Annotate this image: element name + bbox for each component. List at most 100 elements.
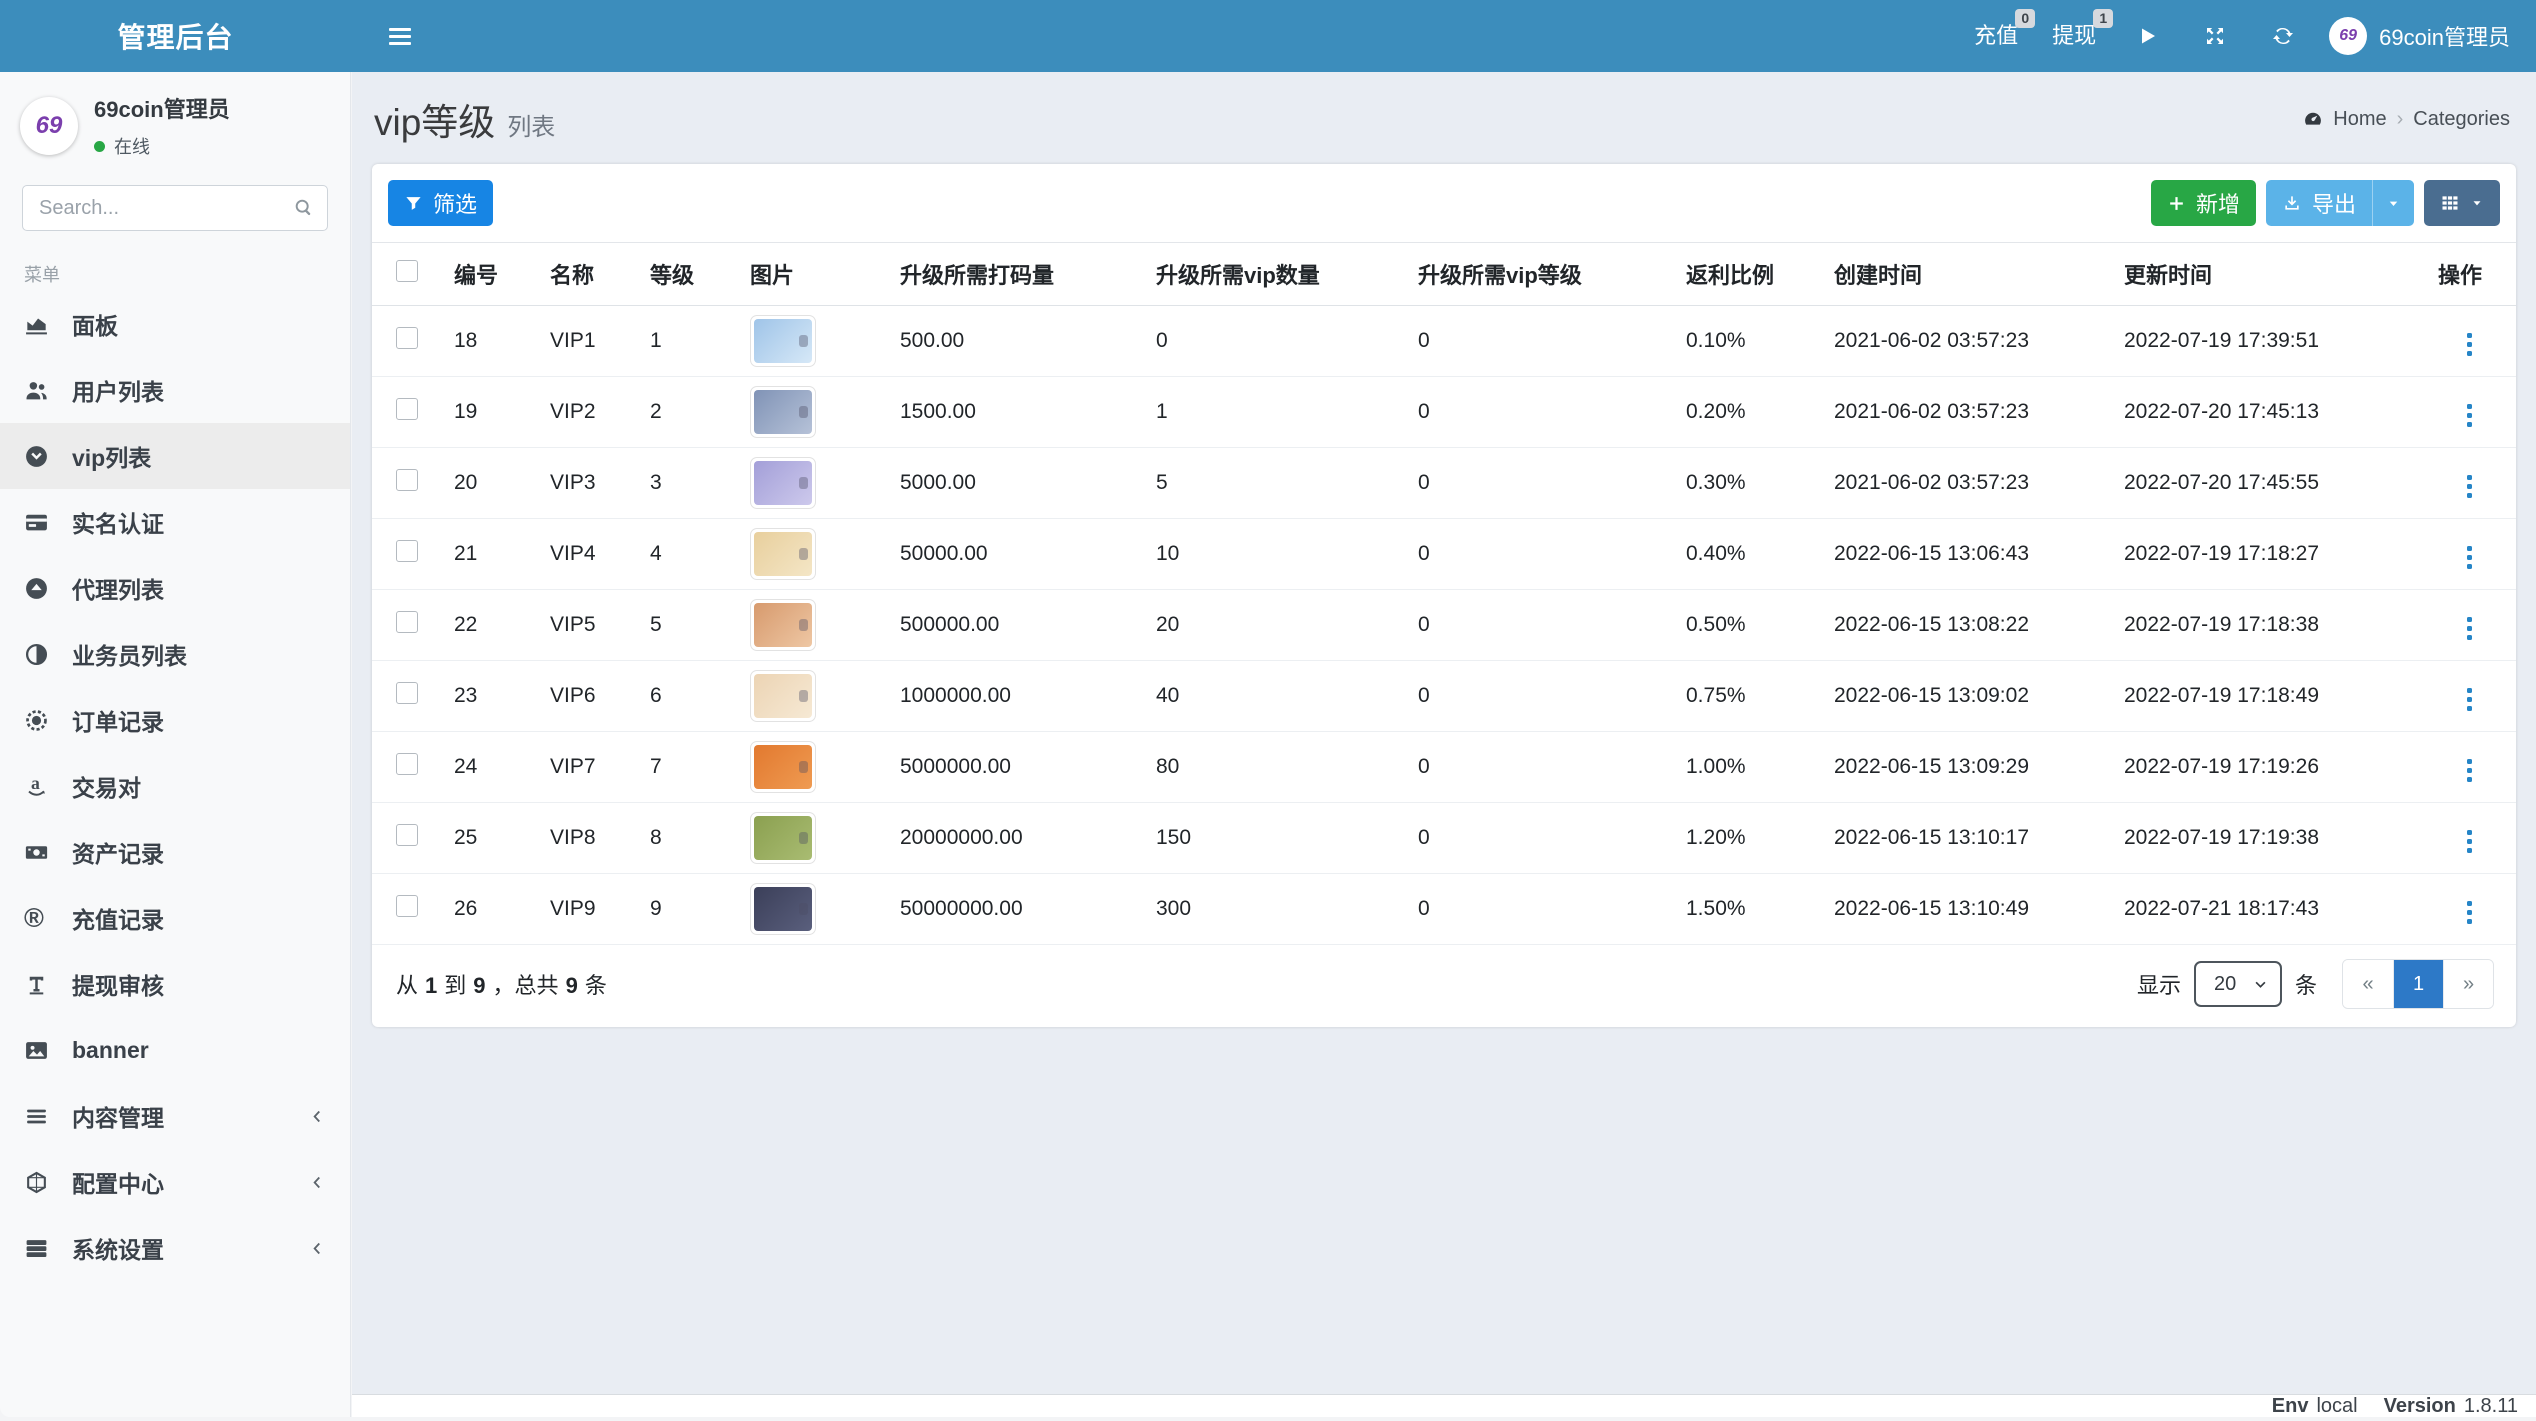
cell-bet-amount: 500000.00 — [888, 589, 1144, 661]
vip-image-thumbnail[interactable] — [750, 812, 816, 864]
nav-withdraw-link[interactable]: 提现 1 — [2035, 0, 2114, 72]
cell-vip-count: 0 — [1144, 305, 1406, 377]
row-checkbox[interactable] — [396, 682, 418, 704]
sidebar-item-banner[interactable]: banner — [0, 1017, 350, 1083]
columns-button[interactable] — [2424, 180, 2500, 226]
vip-image-thumbnail[interactable] — [750, 315, 816, 367]
vip-image-thumbnail[interactable] — [750, 883, 816, 935]
row-actions-button[interactable] — [2457, 327, 2482, 362]
sidebar-item-assets[interactable]: 资产记录 — [0, 819, 350, 885]
table-row: 24 VIP7 7 5000000.00 80 0 1.00% 2022-06-15 13:0… — [372, 731, 2516, 803]
row-checkbox[interactable] — [396, 327, 418, 349]
next-page-button[interactable]: » — [2443, 960, 2493, 1008]
sidebar-item-kyc[interactable]: 实名认证 — [0, 489, 350, 555]
row-actions-button[interactable] — [2457, 824, 2482, 859]
page-size-select[interactable]: 20 — [2193, 961, 2282, 1007]
vip-image-thumbnail[interactable] — [750, 386, 816, 438]
row-actions-button[interactable] — [2457, 753, 2482, 788]
add-button[interactable]: 新增 — [2150, 180, 2256, 226]
cell-image — [738, 802, 888, 874]
column-header-image: 图片 — [738, 243, 888, 306]
cell-image — [738, 518, 888, 590]
vip-image-thumbnail[interactable] — [750, 457, 816, 509]
vip-image-thumbnail[interactable] — [750, 528, 816, 580]
cell-name: VIP3 — [538, 447, 638, 519]
vip-image-thumbnail[interactable] — [750, 741, 816, 793]
sidebar-item-system[interactable]: 系统设置 — [0, 1215, 350, 1281]
card-toolbar: 筛选 新增 导出 — [372, 164, 2516, 243]
vip-image-thumbnail[interactable] — [750, 599, 816, 651]
sidebar-item-label: 交易对 — [72, 775, 141, 801]
sidebar-item-users[interactable]: 用户列表 — [0, 357, 350, 423]
row-actions-button[interactable] — [2457, 540, 2482, 575]
row-checkbox[interactable] — [396, 469, 418, 491]
cell-vip-level: 0 — [1406, 518, 1674, 590]
sidebar-item-vip[interactable]: vip列表 — [0, 423, 350, 489]
row-checkbox[interactable] — [396, 895, 418, 917]
sidebar-item-recharge[interactable]: ® 充值记录 — [0, 885, 350, 951]
select-all-checkbox[interactable] — [396, 260, 418, 282]
ellipsis-dot — [2467, 830, 2472, 835]
cell-updated-at: 2022-07-19 17:19:26 — [2112, 731, 2412, 803]
ellipsis-dot — [2467, 475, 2472, 480]
row-actions-button[interactable] — [2457, 682, 2482, 717]
row-checkbox[interactable] — [396, 611, 418, 633]
cell-image — [738, 873, 888, 945]
sidebar-item-label: 面板 — [72, 313, 118, 339]
cell-id: 24 — [442, 731, 538, 803]
thumbnail-glyph — [799, 477, 808, 489]
page-1-button[interactable]: 1 — [2393, 960, 2443, 1008]
row-actions-button[interactable] — [2457, 611, 2482, 646]
cell-rebate: 0.75% — [1674, 660, 1822, 732]
refresh-button[interactable] — [2249, 0, 2317, 72]
pager: « 1 » — [2342, 959, 2494, 1009]
row-checkbox[interactable] — [396, 753, 418, 775]
sidebar-item-agents[interactable]: 代理列表 — [0, 555, 350, 621]
cell-image — [738, 589, 888, 661]
env-value: local — [2316, 1394, 2358, 1417]
row-checkbox[interactable] — [396, 540, 418, 562]
nav-recharge-link[interactable]: 充值 0 — [1957, 0, 2036, 72]
search-input[interactable] — [22, 185, 328, 231]
sidebar-item-config[interactable]: 配置中心 — [0, 1149, 350, 1215]
sidebar-item-label: vip列表 — [72, 445, 152, 471]
sidebar-item-dashboard[interactable]: 面板 — [0, 291, 350, 357]
registered-icon: ® — [24, 902, 44, 933]
row-actions-button[interactable] — [2457, 398, 2482, 433]
brand-title[interactable]: 管理后台 — [0, 16, 351, 56]
navbar-user-menu[interactable]: 69 69coin管理员 — [2329, 17, 2510, 55]
play-button[interactable] — [2113, 0, 2181, 72]
row-checkbox[interactable] — [396, 398, 418, 420]
sidebar-item-salesmen[interactable]: 业务员列表 — [0, 621, 350, 687]
export-button[interactable]: 导出 — [2265, 180, 2372, 226]
filter-button[interactable]: 筛选 — [388, 180, 494, 226]
column-header-actions: 操作 — [2412, 243, 2516, 306]
sidebar-item-pairs[interactable]: a 交易对 — [0, 753, 350, 819]
sidebar-item-content[interactable]: 内容管理 — [0, 1083, 350, 1149]
vip-image-thumbnail[interactable] — [750, 670, 816, 722]
column-header-rebate: 返利比例 — [1674, 243, 1822, 306]
caret-down-icon — [2389, 201, 2398, 206]
pagination-controls: 显示 20 条 « 1 » — [2137, 959, 2494, 1009]
sidebar-item-orders[interactable]: 订单记录 — [0, 687, 350, 753]
fullscreen-button[interactable] — [2181, 0, 2249, 72]
cell-actions — [2412, 589, 2516, 661]
export-dropdown-toggle[interactable] — [2372, 180, 2414, 226]
amazon-icon: a — [24, 774, 54, 799]
row-checkbox[interactable] — [396, 824, 418, 846]
cell-name: VIP8 — [538, 802, 638, 874]
row-select-cell — [372, 589, 442, 661]
row-actions-button[interactable] — [2457, 469, 2482, 504]
caret-down-icon — [2473, 201, 2481, 206]
prev-page-button[interactable]: « — [2343, 960, 2393, 1008]
cell-bet-amount: 50000.00 — [888, 518, 1144, 590]
cell-image — [738, 447, 888, 519]
search-icon — [293, 197, 314, 218]
cell-id: 23 — [442, 660, 538, 732]
sidebar-item-label: 资产记录 — [72, 841, 164, 867]
breadcrumb-home-link[interactable]: Home — [2333, 108, 2386, 131]
user-avatar: 69 — [2329, 17, 2368, 55]
row-actions-button[interactable] — [2457, 895, 2482, 930]
sidebar-item-withdraw-audit[interactable]: 提现审核 — [0, 951, 350, 1017]
sidebar-toggle-button[interactable] — [379, 14, 421, 59]
